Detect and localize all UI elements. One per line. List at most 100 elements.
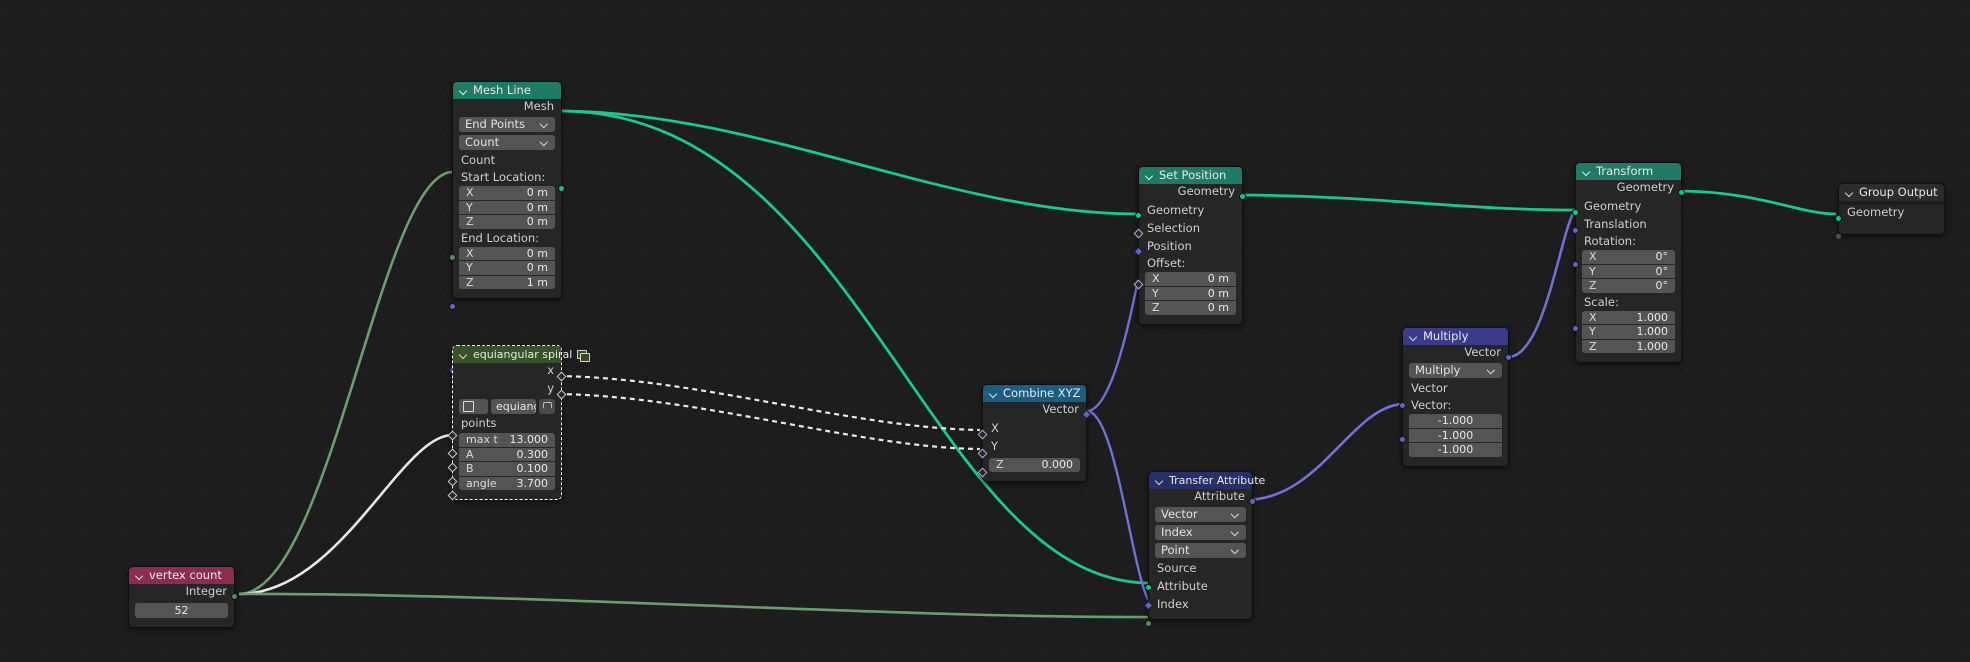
node-set-position[interactable]: Set Position Geometry Geometry Selection… [1133,166,1246,325]
field-rotation-y[interactable]: Y 0° [1582,264,1675,278]
node-header-transform[interactable]: Transform [1576,163,1681,180]
field-scale-y[interactable]: Y 1.000 [1582,325,1675,339]
output-socket-vector[interactable] [1081,409,1092,420]
field-start-z[interactable]: Z0 m [459,215,555,229]
output-socket-vector[interactable] [1505,354,1512,361]
dropdown-data-type[interactable]: Vector [1155,507,1246,522]
label-scale: Scale: [1584,294,1619,309]
chevron-down-icon[interactable] [1155,476,1164,485]
chevron-down-icon[interactable] [1845,188,1854,197]
node-editor-canvas[interactable]: Mesh Line Mesh End Points Count Count St… [0,0,1970,662]
input-socket-count[interactable] [449,254,456,261]
field-group-rotation[interactable]: X 0° Y 0° Z 0° [1572,250,1675,293]
input-socket-geometry[interactable] [1135,212,1142,219]
dropdown-operation[interactable]: Multiply [1409,363,1502,378]
node-header-vertex-count[interactable]: vertex count [129,567,234,584]
node-header-equiangular-spiral[interactable]: equiangular spiral [453,346,591,363]
field-start-x[interactable]: X0 m [459,186,555,200]
field-group-end-location[interactable]: X0 m Y0 m Z1 m [449,246,555,374]
output-socket-y[interactable] [556,389,567,400]
node-header-set-position[interactable]: Set Position [1139,167,1242,184]
node-combine-xyz[interactable]: Combine XYZ Vector X Y Z 0.000 [977,384,1092,482]
dropdown-mapping[interactable]: Index [1155,525,1246,540]
label-end-location: End Location: [461,230,540,245]
field-integer-value[interactable]: 52 [135,603,228,618]
input-socket-source[interactable] [1145,584,1152,591]
output-socket-integer[interactable] [231,593,238,600]
input-socket-virtual[interactable] [1835,233,1842,240]
output-socket-attribute[interactable] [1249,498,1256,505]
dropdown-mesh-line-count-mode[interactable]: Count [459,135,555,150]
input-socket-geometry[interactable] [1835,215,1842,222]
field-end-x[interactable]: X0 m [459,246,555,260]
node-equiangular-spiral[interactable]: equiangular spiral x y equiangul.. [447,345,591,501]
output-socket-row-integer: Integer [129,584,238,600]
field-group-z[interactable]: Z 0.000 [977,458,1080,478]
datablock-type-button[interactable] [459,399,488,414]
field-end-y[interactable]: Y0 m [459,261,555,275]
field-group-spiral-params[interactable]: max t 13.000 A 0.300 B 0.100 angle 3.700 [447,433,555,501]
field-rotation-x[interactable]: X 0° [1582,250,1675,264]
input-socket-row-count: Count [449,153,561,261]
node-transform[interactable]: Transform Geometry Geometry Translation … [1572,162,1685,363]
field-offset-y[interactable]: Y0 m [1145,286,1236,300]
datablock-row[interactable]: equiangul.. [459,399,555,414]
node-multiply[interactable]: Multiply Vector Multiply Vector Vector: … [1399,327,1512,467]
field-group-start-location[interactable]: X0 m Y0 m Z0 m [449,186,555,310]
input-socket-vector-a[interactable] [1399,402,1406,409]
field-angle[interactable]: angle 3.700 [459,476,555,490]
input-socket-geometry[interactable] [1572,209,1579,216]
chevron-down-icon[interactable] [459,350,468,359]
field-vector-b-y[interactable]: -1.000 [1409,428,1502,442]
field-start-y[interactable]: Y0 m [459,200,555,214]
chevron-down-icon[interactable] [1145,171,1154,180]
node-header-multiply[interactable]: Multiply [1403,328,1508,345]
field-offset-x[interactable]: X0 m [1145,272,1236,286]
node-mesh-line[interactable]: Mesh Line Mesh End Points Count Count St… [449,81,565,374]
field-group-scale[interactable]: X 1.000 Y 1.000 Z 1.000 [1572,310,1675,353]
input-socket-y[interactable] [977,448,988,459]
input-socket-translation[interactable] [1572,227,1579,234]
node-vertex-count[interactable]: vertex count Integer 52 [128,566,238,628]
field-vector-b-z[interactable]: -1.000 [1409,443,1502,457]
node-header-mesh-line[interactable]: Mesh Line [453,82,561,99]
node-group-output[interactable]: Group Output Geometry [1835,183,1945,240]
input-socket-index[interactable] [1145,620,1152,627]
input-socket-points[interactable] [447,430,458,441]
chevron-down-icon[interactable] [989,389,998,398]
node-body: Attribute Vector Index Point Source Attr… [1143,489,1256,627]
chevron-down-icon[interactable] [135,571,144,580]
node-header-transfer-attribute[interactable]: Transfer Attribute [1149,472,1265,489]
field-a[interactable]: A 0.300 [459,447,555,461]
node-transfer-attribute[interactable]: Transfer Attribute Attribute Vector Inde… [1143,471,1265,627]
field-end-z[interactable]: Z1 m [459,275,555,289]
fake-user-shield-icon[interactable] [539,399,555,414]
node-header-combine-xyz[interactable]: Combine XYZ [983,385,1086,402]
datablock-name-field[interactable]: equiangul.. [491,399,536,414]
field-offset-z[interactable]: Z0 m [1145,301,1236,315]
dropdown-mesh-line-mode[interactable]: End Points [459,117,555,132]
field-z[interactable]: Z 0.000 [989,458,1080,472]
output-socket-x[interactable] [556,371,567,382]
output-socket-geometry[interactable] [1678,189,1685,196]
chevron-down-icon[interactable] [1582,167,1591,176]
field-group-offset[interactable]: X0 m Y0 m Z0 m [1133,272,1236,315]
field-scale-z[interactable]: Z 1.000 [1582,339,1675,353]
chevron-down-icon[interactable] [1409,332,1418,341]
input-socket-selection[interactable] [1133,228,1144,239]
output-socket-mesh[interactable] [558,185,565,192]
field-group-vector-b[interactable]: -1.000 -1.000 -1.000 [1399,414,1502,457]
dropdown-domain[interactable]: Point [1155,543,1246,558]
node-header-group-output[interactable]: Group Output [1839,184,1944,201]
field-scale-x[interactable]: X 1.000 [1582,310,1675,324]
output-socket-geometry[interactable] [1239,193,1246,200]
input-socket-position[interactable] [1133,246,1144,257]
chevron-down-icon[interactable] [459,86,468,95]
field-max-t[interactable]: max t 13.000 [459,433,555,447]
field-rotation-z[interactable]: Z 0° [1582,279,1675,293]
field-vector-b-x[interactable]: -1.000 [1409,414,1502,428]
input-socket-x[interactable] [977,429,988,440]
field-b[interactable]: B 0.100 [459,462,555,476]
label-vector-b: Vector: [1411,398,1452,412]
field-group-value[interactable]: 52 [135,603,228,618]
